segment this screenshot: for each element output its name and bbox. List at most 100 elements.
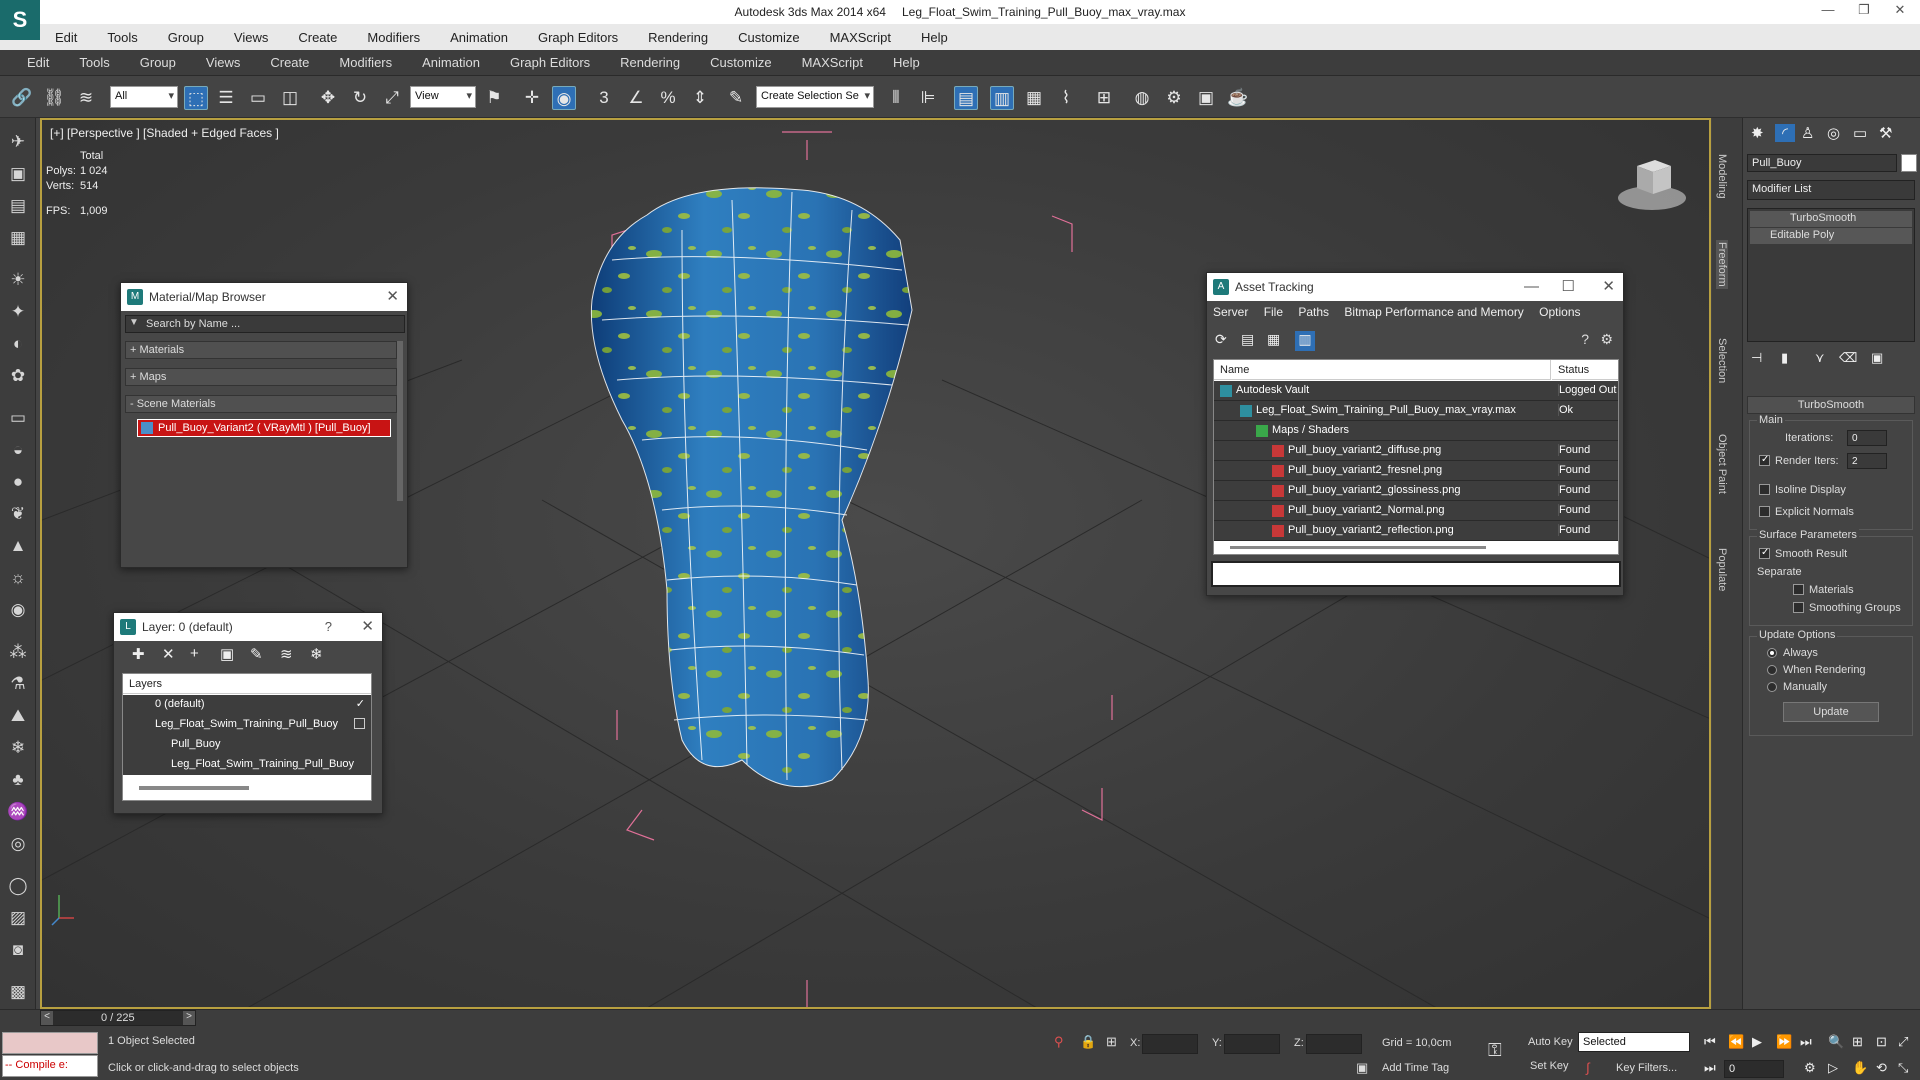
tool-icon-15[interactable]: ◉ <box>6 598 30 622</box>
menu-animation[interactable]: Animation <box>435 30 523 45</box>
asset-row[interactable]: Pull_buoy_variant2_Normal.png Found <box>1214 501 1618 521</box>
orbit-icon[interactable]: ⟲ <box>1876 1060 1887 1076</box>
create-tab-icon[interactable]: ✸ <box>1751 124 1764 142</box>
stack-item-turbosmooth[interactable]: TurboSmooth <box>1750 211 1912 227</box>
tool-icon-7[interactable]: ◐ <box>6 332 30 356</box>
menu-rendering[interactable]: Rendering <box>633 30 723 45</box>
sun-icon[interactable]: ☼ <box>6 566 30 590</box>
render-setup-icon[interactable]: ⚙ <box>1162 86 1186 110</box>
manually-radio[interactable] <box>1767 682 1777 692</box>
freeze-all-icon[interactable]: ❄ <box>310 645 323 663</box>
percent-snap-icon[interactable]: % <box>656 86 680 110</box>
material-editor-icon[interactable]: ◍ <box>1130 86 1154 110</box>
zoom-icon[interactable]: 🔍 <box>1828 1034 1844 1050</box>
section-maps[interactable]: + Maps <box>125 368 397 386</box>
scrollbar[interactable] <box>397 341 403 501</box>
delete-layer-icon[interactable]: ✕ <box>162 645 175 663</box>
asset-row[interactable]: Autodesk Vault Logged Out <box>1214 381 1618 401</box>
walk-icon[interactable]: ⤡ <box>1898 1060 1908 1076</box>
modify-tab-icon[interactable]: ◜ <box>1775 124 1795 142</box>
tool-icon-9[interactable]: ▭ <box>6 406 30 430</box>
field-of-view-icon[interactable]: ▷ <box>1828 1060 1838 1076</box>
asset-row[interactable]: Maps / Shaders <box>1214 421 1618 441</box>
menu2-customize[interactable]: Customize <box>695 55 786 70</box>
select-object-icon[interactable]: ⬚ <box>184 86 208 110</box>
menu2-maxscript[interactable]: MAXScript <box>787 55 878 70</box>
rotate-icon[interactable]: ↻ <box>348 86 372 110</box>
select-manipulate-icon[interactable]: ✛ <box>520 86 544 110</box>
stack-item-editable-poly[interactable]: Editable Poly <box>1750 228 1912 244</box>
tab-modeling[interactable]: Modeling <box>1716 154 1728 199</box>
y-coord-field[interactable] <box>1224 1034 1280 1054</box>
search-field[interactable]: ▼ Search by Name ... <box>125 315 405 333</box>
bind-spacewarp-icon[interactable]: ≋ <box>74 86 98 110</box>
menu2-animation[interactable]: Animation <box>407 55 495 70</box>
pin-stack-icon[interactable]: ⊣ <box>1751 350 1762 366</box>
asset-path-field[interactable] <box>1211 561 1621 587</box>
help-icon[interactable]: ? <box>1581 331 1589 347</box>
key-mode-dropdown[interactable]: Selected <box>1578 1032 1690 1052</box>
highlight-layer-icon[interactable]: ✎ <box>250 645 263 663</box>
scene-explorer-icon[interactable]: ▤ <box>954 86 978 110</box>
menu2-graph-editors[interactable]: Graph Editors <box>495 55 605 70</box>
align-icon[interactable]: ⊫ <box>916 86 940 110</box>
layer-row-scene[interactable]: Leg_Float_Swim_Training_Pull_Buoy <box>123 715 371 735</box>
time-config-icon[interactable]: ⚙ <box>1804 1060 1816 1076</box>
keyboard-shortcut-icon[interactable]: ◉ <box>552 86 576 110</box>
layer-row-object[interactable]: Leg_Float_Swim_Training_Pull_Buoy <box>123 755 371 775</box>
goto-start-icon[interactable]: ⏮ <box>1704 1034 1716 1050</box>
isoline-checkbox[interactable] <box>1759 484 1770 495</box>
menu2-tools[interactable]: Tools <box>64 55 124 70</box>
menu-edit[interactable]: Edit <box>40 30 92 45</box>
transform-mode-icon[interactable]: ⊞ <box>1106 1034 1117 1050</box>
rect-selection-icon[interactable]: ▭ <box>246 86 270 110</box>
help-button[interactable]: ? <box>325 613 332 641</box>
hide-all-icon[interactable]: ≋ <box>280 645 293 663</box>
add-time-tag[interactable]: Add Time Tag <box>1382 1062 1449 1074</box>
update-button[interactable]: Update <box>1783 702 1879 722</box>
table-view-icon[interactable]: ▦ <box>1267 331 1280 348</box>
maximize-icon[interactable]: ☐ <box>1562 273 1575 301</box>
tool-icon-26[interactable]: ▩ <box>6 980 30 1004</box>
spinner-snap-icon[interactable]: ⇕ <box>688 86 712 110</box>
asset-menu-paths[interactable]: Paths <box>1298 305 1329 319</box>
listener-mini-top[interactable] <box>2 1032 98 1054</box>
layer-row-object[interactable]: Pull_Buoy <box>123 735 371 755</box>
grid-view-icon[interactable]: ▥ <box>1295 331 1315 351</box>
tab-selection[interactable]: Selection <box>1716 338 1728 383</box>
asset-menu-options[interactable]: Options <box>1539 305 1580 319</box>
tool-icon-22[interactable]: ◎ <box>6 832 30 856</box>
link-icon[interactable]: 🔗 <box>10 86 34 110</box>
tool-icon-1[interactable]: ✈ <box>6 130 30 154</box>
rollout-turbosmooth[interactable]: TurboSmooth <box>1747 396 1915 414</box>
menu-maxscript[interactable]: MAXScript <box>815 30 906 45</box>
section-materials[interactable]: + Materials <box>125 341 397 359</box>
object-color-swatch[interactable] <box>1901 154 1917 172</box>
move-icon[interactable]: ✥ <box>316 86 340 110</box>
asset-row[interactable]: Leg_Float_Swim_Training_Pull_Buoy_max_vr… <box>1214 401 1618 421</box>
window-crossing-icon[interactable]: ◫ <box>278 86 302 110</box>
asset-row[interactable]: Pull_buoy_variant2_reflection.png Found <box>1214 521 1618 541</box>
lock-icon[interactable]: 🔒 <box>1080 1034 1096 1050</box>
reference-coord-dropdown[interactable]: View <box>410 86 476 108</box>
smoothing-groups-checkbox[interactable] <box>1793 602 1804 613</box>
layer-row-default[interactable]: 0 (default) ✓ <box>123 695 371 715</box>
show-end-result-icon[interactable]: ▮ <box>1781 350 1788 366</box>
add-to-layer-icon[interactable]: + <box>190 645 199 662</box>
tool-icon-2[interactable]: ▣ <box>6 162 30 186</box>
close-icon[interactable]: ✕ <box>386 283 399 311</box>
z-coord-field[interactable] <box>1306 1034 1362 1054</box>
tool-icon-17[interactable]: ⚗ <box>6 672 30 696</box>
display-tab-icon[interactable]: ▭ <box>1853 124 1867 142</box>
edit-named-selection-icon[interactable]: ✎ <box>724 86 748 110</box>
auto-key-button[interactable]: Auto Key <box>1528 1036 1573 1048</box>
menu2-rendering[interactable]: Rendering <box>605 55 695 70</box>
close-icon[interactable]: ✕ <box>361 613 374 641</box>
tool-icon-19[interactable]: ❄ <box>6 736 30 760</box>
tab-object-paint[interactable]: Object Paint <box>1716 434 1728 494</box>
menu2-group[interactable]: Group <box>125 55 191 70</box>
restore-icon[interactable]: ❐ <box>1846 2 1882 22</box>
minimize-icon[interactable]: — <box>1524 273 1539 301</box>
menu2-edit[interactable]: Edit <box>12 55 64 70</box>
remove-modifier-icon[interactable]: ⌫ <box>1839 350 1857 366</box>
